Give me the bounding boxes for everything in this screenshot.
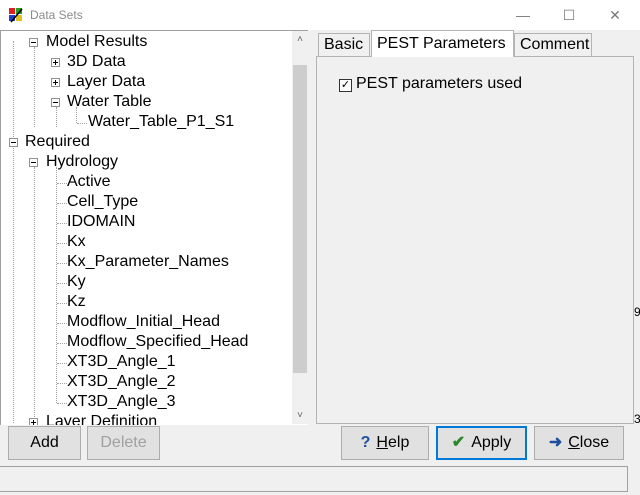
edge-mark: 9: [634, 305, 640, 319]
tree-scrollbar[interactable]: ˄ ˅: [292, 31, 308, 424]
tab-comment[interactable]: Comment: [514, 33, 592, 56]
panel-splitter[interactable]: [308, 30, 314, 425]
minimize-button[interactable]: —: [500, 0, 546, 30]
pest-parameters-checkbox[interactable]: ✓: [339, 79, 352, 92]
tree-line: [57, 223, 67, 224]
tree-line: [57, 263, 67, 264]
tree-line: [57, 343, 67, 344]
tree-node-water-table[interactable]: Water Table: [67, 92, 151, 112]
help-label: elp: [387, 434, 410, 451]
close-window-button[interactable]: ✕: [592, 0, 638, 30]
exit-arrow-icon: ➜: [548, 434, 563, 451]
tree-line: [57, 283, 67, 284]
expand-toggle-icon[interactable]: [51, 78, 60, 87]
pest-parameters-label[interactable]: PEST parameters used: [356, 75, 522, 93]
tree-line: [57, 183, 67, 184]
delete-button[interactable]: Delete: [87, 426, 160, 460]
tree-line: [13, 41, 14, 423]
tree-node-layer-definition[interactable]: Layer Definition: [46, 412, 157, 425]
window-title: Data Sets: [30, 8, 83, 22]
tree-line: [57, 383, 67, 384]
apply-label: Apply: [471, 434, 512, 451]
tab-strip: Basic PEST Parameters Comment: [318, 30, 640, 58]
tree-line: [57, 243, 67, 244]
pest-parameters-page: ✓ PEST parameters used: [316, 56, 634, 424]
title-bar: Data Sets — ☐ ✕: [0, 0, 640, 30]
collapse-toggle-icon[interactable]: [51, 98, 60, 107]
tree-node-xt3d-angle-1[interactable]: XT3D_Angle_1: [67, 352, 176, 372]
tree-line: [57, 403, 67, 404]
tree-node-idomain[interactable]: IDOMAIN: [67, 212, 135, 232]
status-bar: [0, 466, 628, 492]
tree-line: [56, 107, 57, 127]
help-button[interactable]: ? Help: [341, 426, 429, 460]
tree-line: [57, 303, 67, 304]
tree-node-cell-type[interactable]: Cell_Type: [67, 192, 138, 212]
collapse-toggle-icon[interactable]: [9, 138, 18, 147]
tree-line: [57, 363, 67, 364]
tree-node-modflow-specified-head[interactable]: Modflow_Specified_Head: [67, 332, 248, 352]
tree-node-xt3d-angle-2[interactable]: XT3D_Angle_2: [67, 372, 176, 392]
tree-node-active[interactable]: Active: [67, 172, 111, 192]
tree-node-xt3d-angle-3[interactable]: XT3D_Angle_3: [67, 392, 176, 412]
close-mnemonic: C: [568, 434, 580, 451]
tree-node-required[interactable]: Required: [25, 132, 90, 152]
apply-button[interactable]: ✔ Apply: [436, 426, 527, 460]
checkmark-icon: ✔: [451, 434, 466, 451]
scrollbar-thumb[interactable]: [293, 65, 307, 373]
tree-node-3d-data[interactable]: 3D Data: [67, 52, 126, 72]
tab-basic[interactable]: Basic: [318, 33, 370, 56]
collapse-toggle-icon[interactable]: [29, 38, 38, 47]
tree-node-kx[interactable]: Kx: [67, 232, 86, 252]
close-button[interactable]: ➜ Close: [534, 426, 624, 460]
tree-line: [34, 47, 35, 127]
tree-node-model-results[interactable]: Model Results: [46, 32, 147, 52]
tree-node-kx-parameter-names[interactable]: Kx_Parameter_Names: [67, 252, 229, 272]
tree-node-ky[interactable]: Ky: [67, 272, 86, 292]
tree-line: [57, 203, 67, 204]
maximize-button[interactable]: ☐: [546, 0, 592, 30]
app-icon: [9, 8, 23, 23]
scroll-down-arrow-icon[interactable]: ˅: [292, 407, 308, 424]
data-sets-window: Data Sets — ☐ ✕ Model Results 3D Data La…: [0, 0, 640, 495]
tree-node-kz[interactable]: Kz: [67, 292, 86, 312]
tab-pest-parameters[interactable]: PEST Parameters: [371, 30, 514, 57]
close-label: lose: [579, 434, 610, 451]
help-mnemonic: H: [376, 434, 388, 451]
scroll-up-arrow-icon[interactable]: ˄: [292, 31, 308, 48]
help-icon: ?: [360, 434, 371, 451]
tree-node-modflow-initial-head[interactable]: Modflow_Initial_Head: [67, 312, 220, 332]
collapse-toggle-icon[interactable]: [29, 158, 38, 167]
data-set-tree[interactable]: Model Results 3D Data Layer Data Water T…: [0, 30, 308, 425]
expand-toggle-icon[interactable]: [51, 58, 60, 67]
tree-line: [77, 123, 87, 124]
edge-mark: 3: [634, 412, 640, 426]
tree-node-water-table-p1-s1[interactable]: Water_Table_P1_S1: [88, 112, 234, 132]
tree-line: [34, 167, 35, 423]
tree-node-layer-data[interactable]: Layer Data: [67, 72, 145, 92]
add-button[interactable]: Add: [8, 426, 81, 460]
tree-line: [57, 323, 67, 324]
expand-toggle-icon[interactable]: [29, 418, 38, 425]
tree-node-hydrology[interactable]: Hydrology: [46, 152, 118, 172]
